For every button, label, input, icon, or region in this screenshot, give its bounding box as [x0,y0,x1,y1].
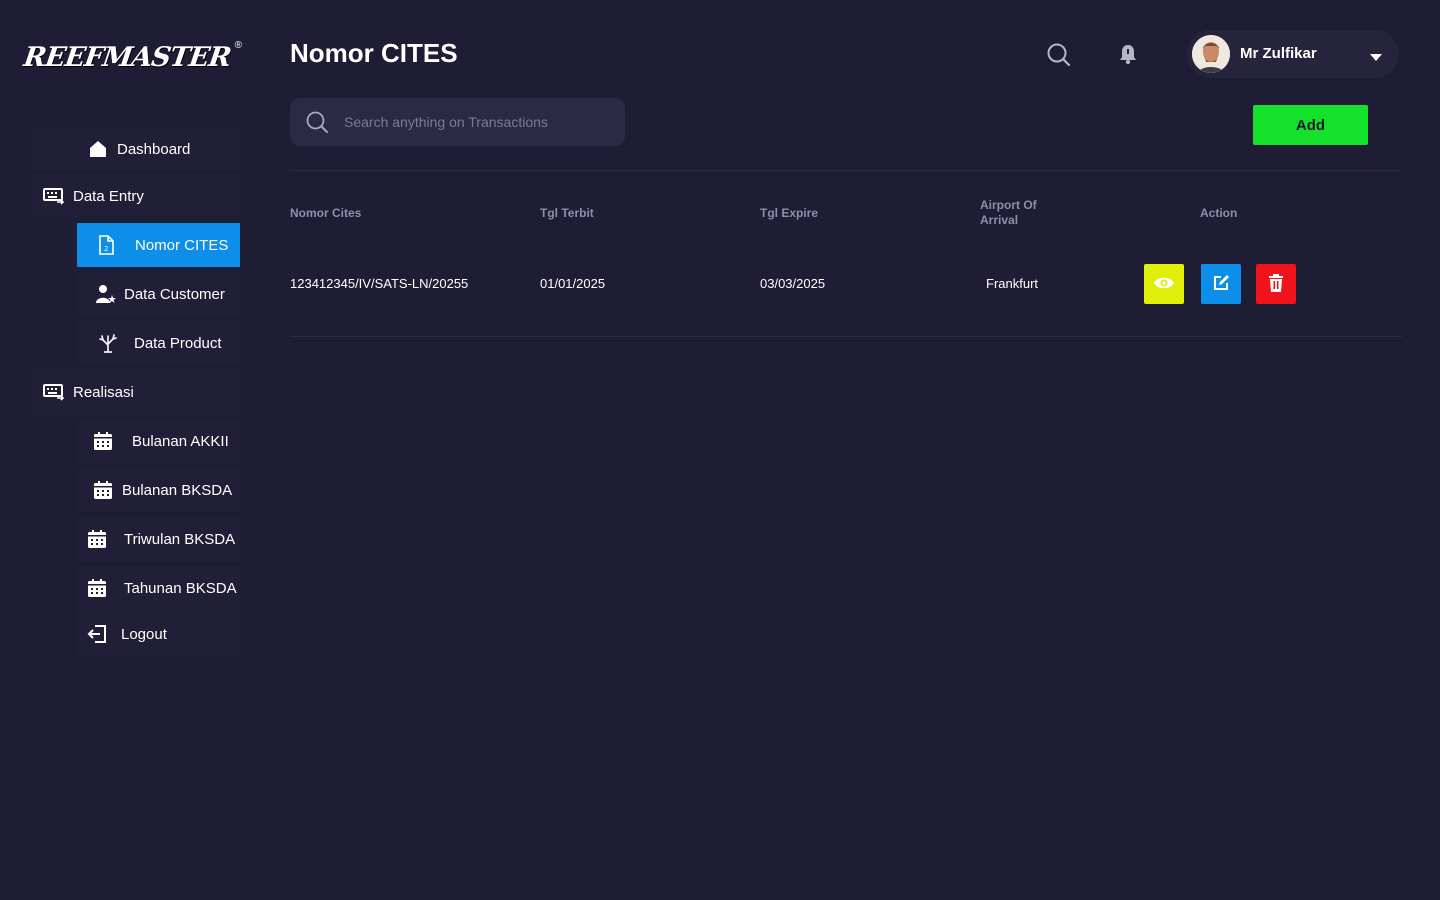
avatar [1192,35,1230,73]
bell-icon[interactable] [1116,42,1140,66]
sidebar-item-label: Bulanan BKSDA [122,481,233,499]
cell-nomor-cites: 123412345/IV/SATS-LN/20255 [290,276,469,291]
add-button[interactable]: Add [1253,105,1368,145]
sidebar-item-nomor-cites[interactable]: 2 Nomor CITES [77,223,240,267]
page-title: Nomor CITES [290,38,458,68]
eye-icon [1153,276,1175,293]
chevron-down-icon[interactable] [1369,49,1383,61]
calendar-icon [86,528,108,550]
cell-tgl-terbit: 01/01/2025 [540,276,606,291]
user-menu[interactable]: Mr Zulfikar [1187,30,1399,78]
document-icon: 2 [95,234,117,256]
cell-airport: Frankfurt [986,276,1039,291]
divider [290,170,1402,171]
sidebar-item-triwulan-bksda[interactable]: Triwulan BKSDA [77,517,240,561]
user-name: Mr Zulfikar [1240,45,1317,62]
user-star-icon [95,283,117,305]
sidebar-item-label: Data Entry [73,187,144,205]
logout-icon [86,623,108,645]
edit-button[interactable] [1201,264,1241,304]
column-header-tgl-terbit: Tgl Terbit [540,206,594,220]
logo-text: REEFMASTER [21,42,233,73]
sidebar-item-dashboard[interactable]: Dashboard [32,127,240,171]
sidebar-item-label: Dashboard [117,140,191,158]
sidebar-item-realisasi[interactable]: Realisasi [32,370,240,414]
sidebar-item-logout[interactable]: Logout [77,612,240,656]
reefmaster-logo: REEFMASTER ® [20,38,242,74]
coral-icon [97,332,119,354]
calendar-icon [92,430,114,452]
sidebar-item-data-customer[interactable]: Data Customer [77,272,240,316]
sidebar-item-label: Logout [121,625,167,643]
sidebar-item-label: Data Product [134,334,222,352]
sidebar-item-tahunan-bksda[interactable]: Tahunan BKSDA [77,566,240,610]
divider [290,336,1402,337]
sidebar-item-data-entry[interactable]: Data Entry [32,174,240,218]
svg-text:2: 2 [104,245,108,253]
cell-tgl-expire: 03/03/2025 [760,276,826,291]
sidebar-item-label: Tahunan BKSDA [124,579,237,597]
registered-mark: ® [234,40,242,51]
column-header-action: Action [1200,206,1238,220]
column-header-nomor-cites: Nomor Cites [290,206,362,220]
view-button[interactable] [1144,264,1184,304]
sidebar-item-label: Nomor CITES [135,236,229,254]
sidebar-item-data-product[interactable]: Data Product [77,321,240,365]
keyboard-icon [43,381,65,403]
sidebar-item-label: Data Customer [124,285,225,303]
keyboard-icon [43,185,65,207]
calendar-icon [86,577,108,599]
sidebar-item-label: Triwulan BKSDA [124,530,236,548]
edit-icon [1212,274,1230,295]
column-header-airport-of-arrival: Airport Of Arrival [980,198,1037,227]
search-input[interactable] [344,110,604,134]
column-header-tgl-expire: Tgl Expire [760,206,819,220]
search-icon[interactable] [1046,42,1072,68]
calendar-icon [92,479,114,501]
home-icon [87,138,109,160]
sidebar-item-label: Bulanan AKKII [132,432,229,450]
sidebar-item-bulanan-akkii[interactable]: Bulanan AKKII [77,419,240,463]
trash-icon [1268,273,1284,295]
transactions-search [290,98,625,146]
sidebar-item-label: Realisasi [73,383,134,401]
sidebar-item-bulanan-bksda[interactable]: Bulanan BKSDA [77,468,240,512]
delete-button[interactable] [1256,264,1296,304]
search-icon [305,110,329,134]
